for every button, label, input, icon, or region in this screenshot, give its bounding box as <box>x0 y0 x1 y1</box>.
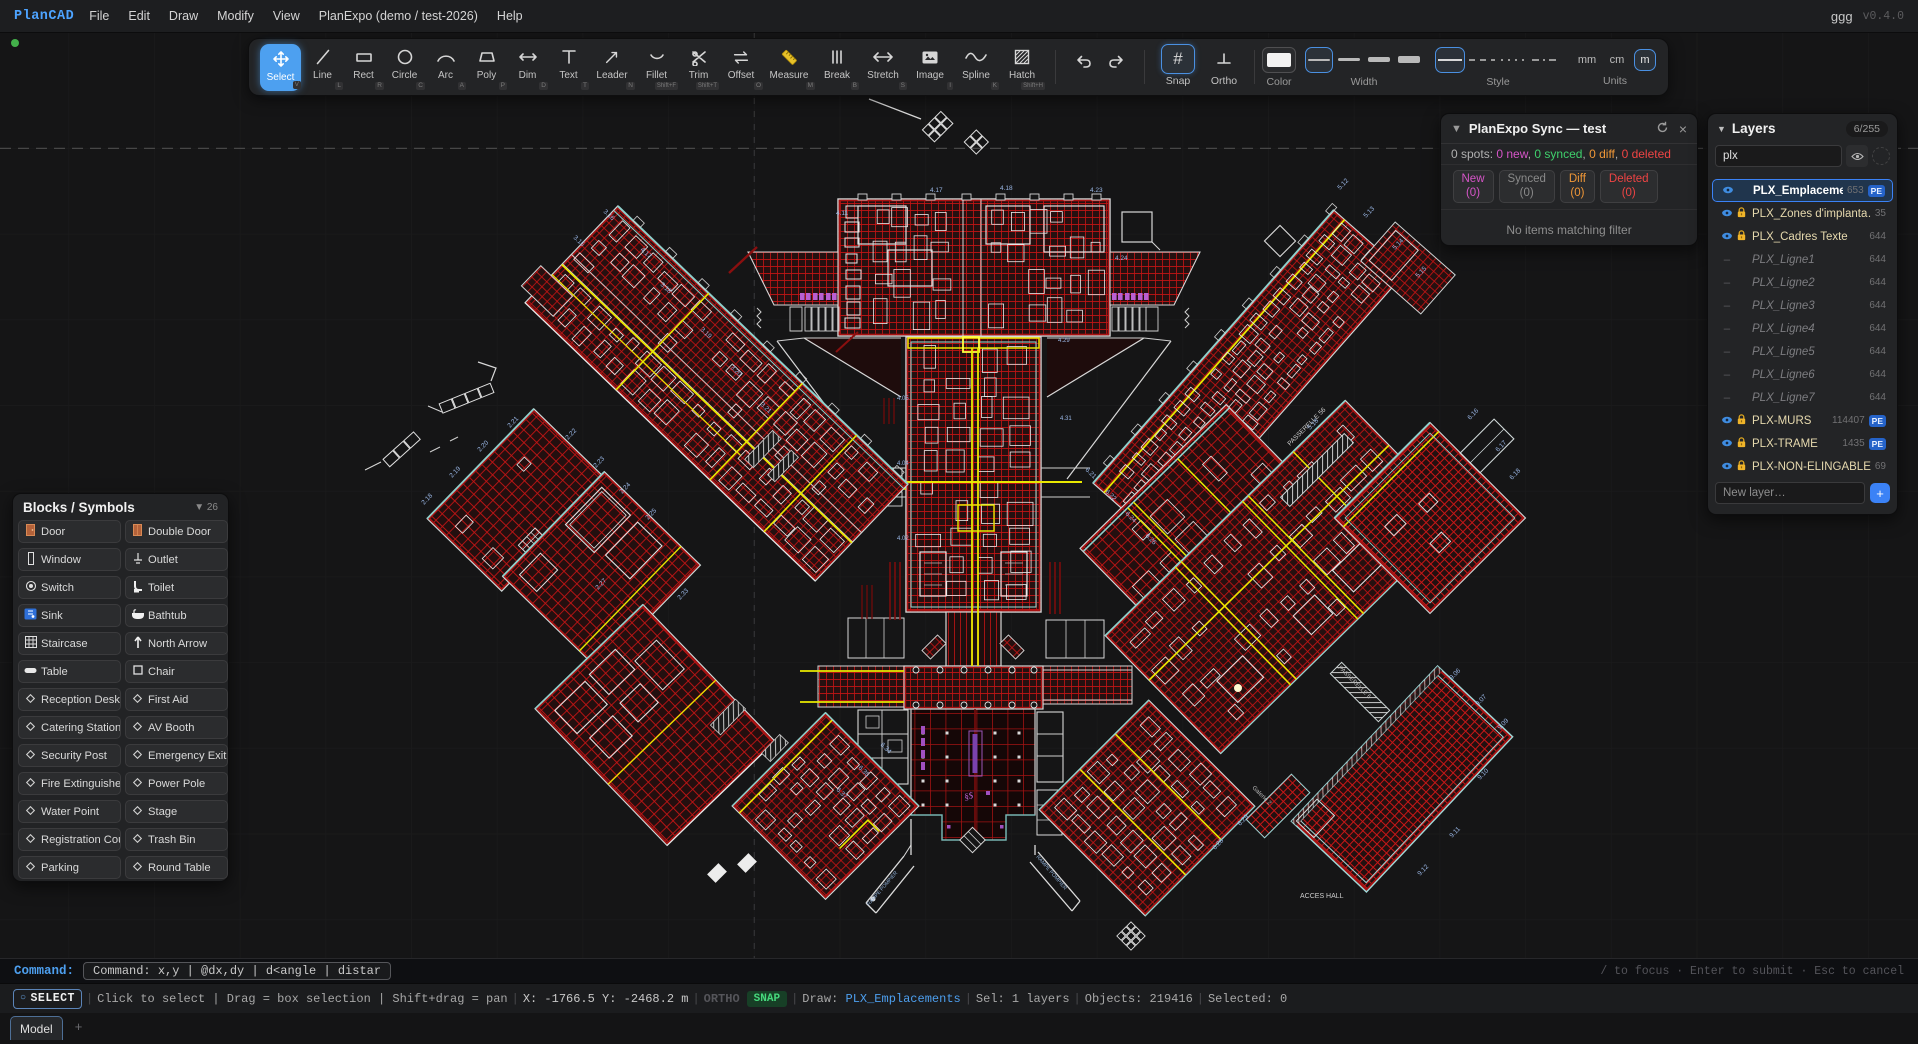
svg-text:4.29: 4.29 <box>1058 338 1070 344</box>
svg-text:4.18: 4.18 <box>1000 185 1013 192</box>
svg-text:4.05: 4.05 <box>897 396 909 402</box>
svg-text:4.17: 4.17 <box>930 187 943 194</box>
svg-text:4.31: 4.31 <box>1060 416 1072 422</box>
svg-text:ACCES HALL: ACCES HALL <box>1300 893 1344 900</box>
svg-text:4.24: 4.24 <box>1115 255 1128 262</box>
svg-text:4.02: 4.02 <box>897 536 909 542</box>
svg-text:4.04: 4.04 <box>897 461 909 467</box>
svg-text:4.23: 4.23 <box>1090 187 1103 194</box>
svg-text:4.11: 4.11 <box>836 210 849 217</box>
